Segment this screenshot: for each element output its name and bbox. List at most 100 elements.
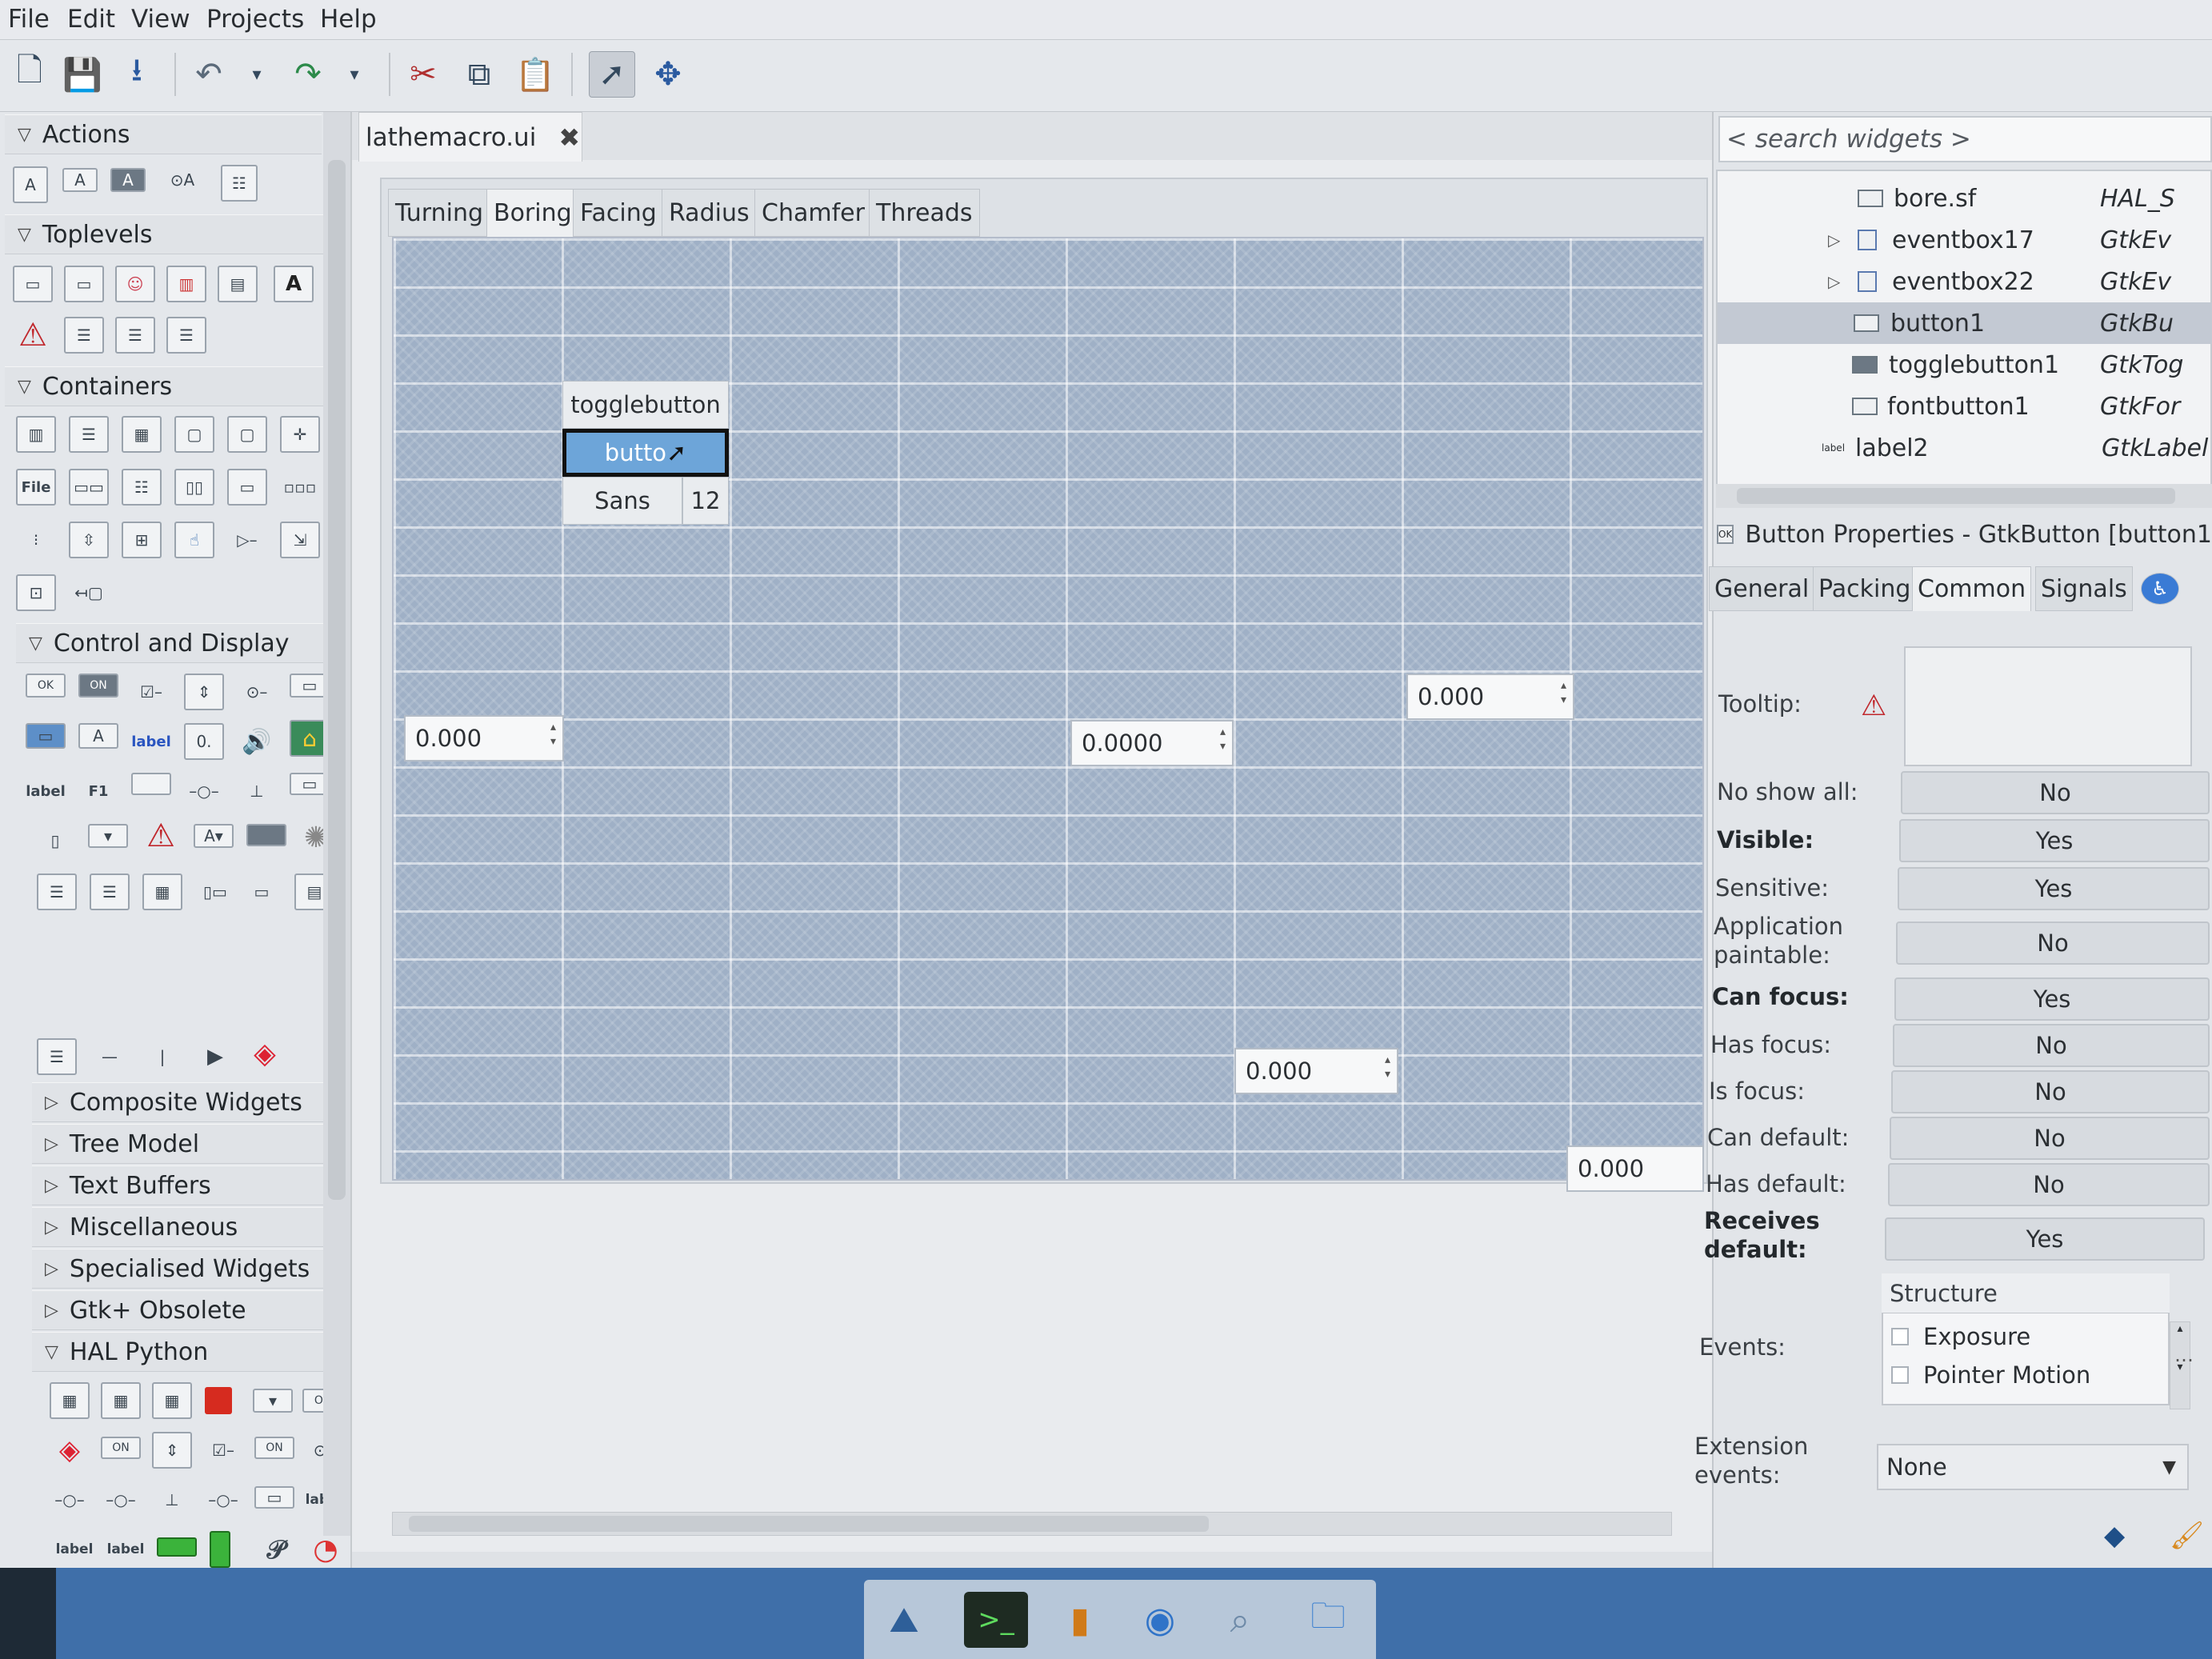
- entry-widget-icon[interactable]: ▭: [26, 723, 66, 749]
- tree-row[interactable]: fontbutton1 GtkFor: [1718, 386, 2212, 427]
- hal-meter-icon[interactable]: ◔: [306, 1531, 346, 1568]
- brush-icon[interactable]: 🖌: [2170, 1520, 2210, 1560]
- togglebutton-widget[interactable]: togglebutton: [562, 381, 729, 429]
- spin-button-4[interactable]: 0.000 ▴ ▾: [1234, 1048, 1398, 1094]
- combo-box-entry-icon[interactable]: A▾: [194, 824, 234, 848]
- layout-icon[interactable]: ⇳: [69, 522, 109, 558]
- viewport-icon[interactable]: ⊡: [16, 574, 56, 611]
- vbox-icon[interactable]: ☰: [69, 416, 109, 453]
- check-button-widget-icon[interactable]: ☑–: [131, 674, 171, 710]
- vseparator-icon[interactable]: |: [142, 1038, 182, 1075]
- checkbox[interactable]: [1891, 1366, 1909, 1384]
- receives-default-toggle[interactable]: Yes: [1885, 1217, 2205, 1261]
- hal-vbox-icon[interactable]: ▦: [152, 1382, 192, 1419]
- palette-section-miscellaneous[interactable]: ▷ Miscellaneous: [32, 1207, 349, 1247]
- sensitive-toggle[interactable]: Yes: [1898, 867, 2210, 910]
- hal-bar-icon[interactable]: [157, 1537, 197, 1557]
- menu-help[interactable]: Help: [320, 5, 377, 34]
- file-dialog-icon[interactable]: ▤: [218, 266, 258, 302]
- prop-tab-common[interactable]: Common: [1912, 566, 2032, 611]
- event-pointer-motion[interactable]: Pointer Motion: [1891, 1361, 2090, 1389]
- recent-dialog-icon[interactable]: ☰: [115, 317, 155, 354]
- text-view-icon[interactable]: ☰: [37, 873, 77, 910]
- can-default-toggle[interactable]: No: [1890, 1117, 2210, 1160]
- new-file-icon[interactable]: 🗋: [6, 51, 53, 98]
- assistant-icon[interactable]: ☰: [64, 317, 104, 354]
- hal-label3-icon[interactable]: label: [106, 1531, 146, 1568]
- save-as-icon[interactable]: ⭳: [114, 51, 160, 98]
- menu-edit[interactable]: Edit: [67, 5, 115, 34]
- vpaned-icon[interactable]: ▭: [227, 469, 267, 506]
- show-desktop-icon[interactable]: ⛰: [872, 1592, 936, 1648]
- hal-progress-icon[interactable]: ▭: [254, 1486, 294, 1509]
- prop-tab-general[interactable]: General: [1709, 566, 1815, 611]
- recent-action-icon[interactable]: ⊙A: [160, 168, 205, 192]
- redo-history-icon[interactable]: ▾: [331, 51, 378, 98]
- tree-row[interactable]: ▷ eventbox22 GtkEv: [1718, 261, 2212, 302]
- separator-icon[interactable]: ▭: [242, 873, 282, 910]
- tab-radius[interactable]: Radius: [662, 189, 757, 237]
- shapes-widget-icon[interactable]: ◈: [245, 1035, 285, 1072]
- toggle-button-widget-icon[interactable]: ON: [78, 674, 118, 698]
- font-button-name[interactable]: Sans: [562, 477, 682, 525]
- extension-events-select[interactable]: None ▼: [1877, 1444, 2189, 1490]
- spin-button-3[interactable]: 0.000 ▴ ▾: [1406, 674, 1574, 720]
- hal-check-icon[interactable]: ☑–: [203, 1432, 243, 1469]
- tree-hscrollbar[interactable]: [1716, 484, 2212, 508]
- hal-vslider-icon[interactable]: ⊥: [152, 1481, 192, 1518]
- about-dialog-icon[interactable]: ☺: [115, 266, 155, 302]
- palette-section-hal-python[interactable]: ▽ HAL Python: [32, 1332, 349, 1372]
- volume-button-icon[interactable]: 🔊: [237, 723, 277, 760]
- table-icon[interactable]: ▦: [122, 416, 162, 453]
- progress-bar-icon[interactable]: [131, 773, 171, 795]
- toggle-action-icon[interactable]: A: [62, 168, 98, 192]
- spin-arrows-icon[interactable]: ▴ ▾: [1561, 678, 1566, 707]
- menu-view[interactable]: View: [131, 5, 190, 34]
- tab-turning[interactable]: Turning: [388, 189, 490, 237]
- spin-button-widget-icon[interactable]: ⇕: [184, 674, 224, 710]
- warning-icon[interactable]: ⚠: [141, 818, 181, 854]
- event-box-icon[interactable]: ☝: [174, 522, 214, 558]
- button-box-icon[interactable]: ▫▫▫: [280, 469, 320, 506]
- vscale-icon[interactable]: ⊥: [237, 773, 277, 810]
- switch-icon[interactable]: [246, 824, 286, 846]
- font-dialog-icon[interactable]: A: [274, 266, 314, 302]
- app-paintable-toggle[interactable]: No: [1896, 921, 2210, 965]
- app-chooser-icon[interactable]: ☰: [166, 317, 206, 354]
- tab-boring[interactable]: Boring: [486, 189, 579, 237]
- accessibility-tab-icon[interactable]: ♿: [2141, 573, 2179, 605]
- undo-history-icon[interactable]: ▾: [234, 51, 280, 98]
- tab-chamfer[interactable]: Chamfer: [754, 189, 872, 237]
- hbox-icon[interactable]: ▥: [16, 416, 56, 453]
- spin-button-2[interactable]: 0.0000 ▴ ▾: [1070, 720, 1234, 766]
- hal-vscale-icon[interactable]: –○–: [101, 1481, 141, 1518]
- hpaned-icon[interactable]: ▯▯: [174, 469, 214, 506]
- spin-arrows-icon[interactable]: ▴ ▾: [1220, 725, 1226, 754]
- event-exposure[interactable]: Exposure: [1891, 1323, 2030, 1350]
- hal-table-icon[interactable]: ▦: [50, 1382, 90, 1419]
- palette-scrollbar[interactable]: [323, 112, 350, 1536]
- color-dialog-icon[interactable]: ▥: [166, 266, 206, 302]
- text-editor-icon[interactable]: ▮: [1048, 1592, 1112, 1648]
- checkbox[interactable]: [1891, 1328, 1909, 1345]
- hal-combobox-icon[interactable]: ▾: [253, 1389, 293, 1413]
- scrolled-window-icon[interactable]: ↤▢: [69, 574, 109, 611]
- spin-arrows-icon[interactable]: ▴ ▾: [1385, 1053, 1390, 1081]
- hal-toggle-icon[interactable]: ON: [101, 1437, 141, 1459]
- play-icon[interactable]: ▶: [195, 1038, 235, 1075]
- palette-section-control-display[interactable]: ▽ Control and Display: [16, 623, 341, 663]
- spin-button-5[interactable]: 0.000: [1566, 1145, 1704, 1192]
- hal-python-icon[interactable]: 𝒫: [256, 1531, 296, 1568]
- combo-box-icon[interactable]: ▾: [88, 824, 128, 848]
- dialog-icon[interactable]: ▭: [64, 266, 104, 302]
- close-tab-icon[interactable]: ✖: [558, 122, 580, 153]
- search-widgets-input[interactable]: < search widgets >: [1718, 116, 2212, 162]
- menu-projects[interactable]: Projects: [206, 5, 304, 34]
- selected-button-widget[interactable]: butto ➚: [562, 429, 729, 477]
- visible-toggle[interactable]: Yes: [1899, 819, 2210, 862]
- copy-icon[interactable]: ⧉: [456, 51, 502, 98]
- hal-hscale-icon[interactable]: –○–: [50, 1481, 90, 1518]
- message-dialog-icon[interactable]: ⚠: [13, 317, 53, 354]
- toolbar-widget-icon[interactable]: ▭▭: [69, 469, 109, 506]
- tree-row[interactable]: label label2 GtkLabel: [1718, 427, 2212, 469]
